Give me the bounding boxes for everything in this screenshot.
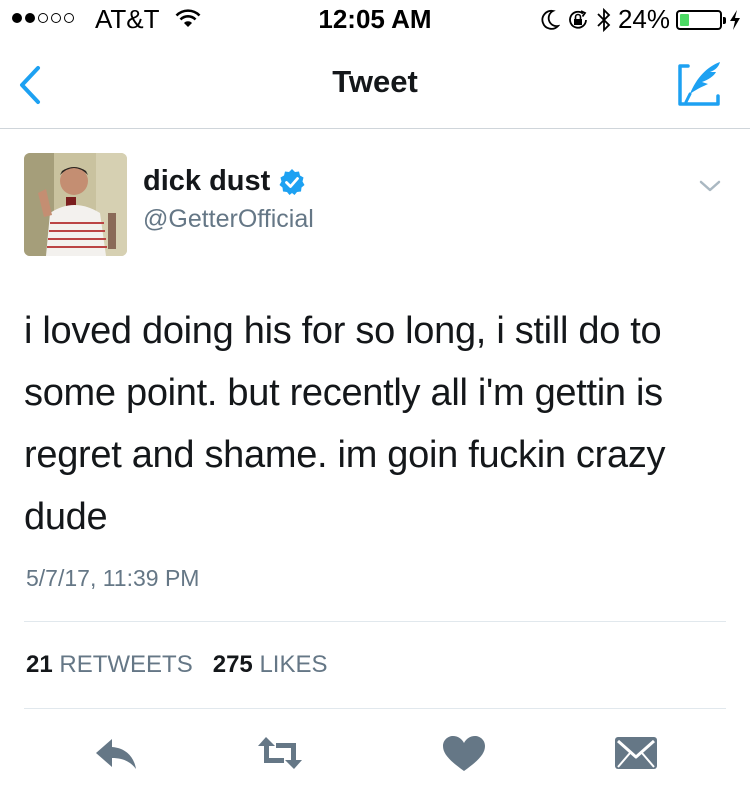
reply-icon[interactable] — [92, 733, 140, 773]
avatar[interactable] — [24, 153, 127, 256]
tweet-action-bar — [0, 725, 750, 785]
compose-icon[interactable] — [674, 58, 726, 110]
divider — [24, 621, 726, 622]
likes-count: 275 — [212, 651, 253, 678]
verified-badge-icon — [279, 168, 305, 195]
engagement-stats: 21 RETWEETS 275 LIKES — [26, 651, 327, 679]
lock-rotation-icon — [569, 9, 587, 29]
page-title: Tweet — [332, 64, 418, 99]
display-name[interactable]: dick dust — [143, 165, 270, 198]
navigation-bar: Tweet — [0, 42, 750, 129]
status-right-group: 24% — [540, 4, 742, 35]
retweet-icon[interactable] — [256, 733, 304, 773]
author-name-row: dick dust — [143, 165, 306, 198]
battery-nub — [723, 16, 726, 24]
divider — [24, 708, 726, 709]
tweet-detail-screen: AT&T 12:05 AM 24% Tweet dick dust @Gette… — [0, 0, 750, 789]
direct-message-icon[interactable] — [612, 733, 660, 773]
likes-label: LIKES — [259, 651, 328, 678]
bluetooth-icon — [597, 7, 611, 32]
battery-level-fill — [680, 13, 689, 26]
like-icon[interactable] — [440, 733, 488, 773]
likes-stat[interactable]: 275 LIKES — [213, 651, 328, 679]
tweet-text: i loved doing his for so long, i still d… — [24, 310, 666, 538]
status-bar: AT&T 12:05 AM 24% — [0, 0, 750, 40]
moon-icon — [541, 9, 560, 30]
retweets-label: RETWEETS — [59, 651, 193, 678]
charging-icon — [730, 9, 740, 30]
retweets-stat[interactable]: 21 RETWEETS — [26, 651, 193, 679]
battery-icon — [676, 9, 726, 30]
caret-down-icon[interactable] — [698, 178, 722, 194]
username-handle[interactable]: @GetterOfficial — [143, 205, 314, 234]
tweet-timestamp: 5/7/17, 11:39 PM — [26, 565, 200, 591]
battery-percent: 24% — [617, 4, 670, 34]
retweets-count: 21 — [26, 651, 53, 678]
